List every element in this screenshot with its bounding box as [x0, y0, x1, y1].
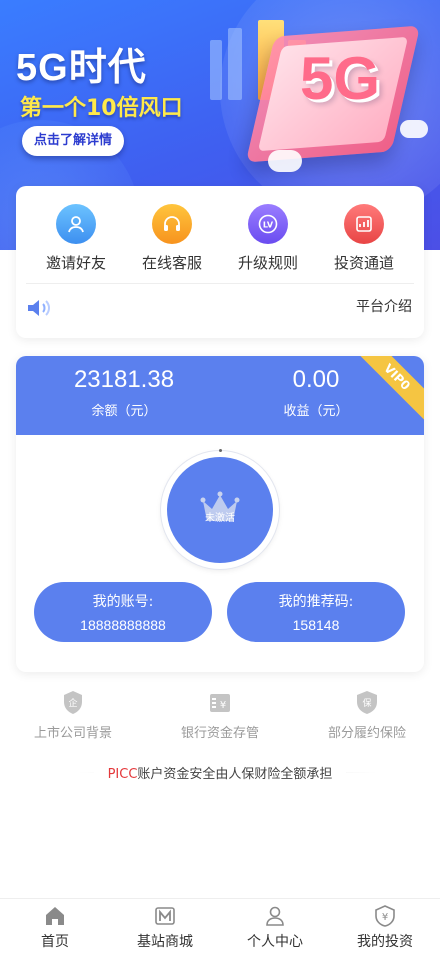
assurance-label: 部分履约保险 — [327, 726, 406, 741]
account-number-pill[interactable]: 我的账号: 18888888888 — [34, 582, 212, 642]
income-label: 收益（元） — [283, 404, 349, 419]
referral-code-pill[interactable]: 我的推荐码: 158148 — [227, 582, 405, 642]
balance-label: 余额（元） — [91, 404, 157, 419]
status-ring-dot — [219, 449, 222, 452]
svg-text:企: 企 — [68, 697, 77, 709]
menu-item-label: 邀请好友 — [45, 254, 106, 272]
referral-code-value: 158148 — [292, 617, 340, 633]
tab-label: 个人中心 — [247, 934, 303, 950]
cloud-graphic — [268, 150, 302, 172]
tab-label: 首页 — [41, 934, 69, 950]
menu-item-invest-channel[interactable]: 投资通道 — [314, 204, 414, 273]
menu-item-customer-service[interactable]: 在线客服 — [122, 204, 222, 273]
account-card: 23181.38 余额（元） 0.00 收益（元） VIP0 未激活 我的账号:… — [16, 356, 424, 672]
investment-icon: ¥ — [374, 905, 396, 927]
menu-item-upgrade-rules[interactable]: LV 升级规则 — [218, 204, 318, 273]
referral-code-label: 我的推荐码: — [278, 594, 354, 610]
assurance-listed-company: 企 上市公司背景 — [0, 690, 146, 741]
account-summary: 23181.38 余额（元） 0.00 收益（元） VIP0 — [16, 356, 424, 435]
menu-item-label: 升级规则 — [237, 254, 298, 272]
tab-home[interactable]: 首页 — [0, 905, 110, 951]
tab-my-investment[interactable]: ¥ 我的投资 — [330, 905, 440, 951]
person-icon — [264, 905, 286, 927]
mall-icon — [154, 905, 176, 927]
banner-5g-graphic: 5G — [300, 45, 381, 112]
bank-deposit-icon: ¥ — [208, 690, 232, 716]
tab-mall[interactable]: 基站商城 — [110, 905, 220, 951]
platform-intro-link[interactable]: 平台介绍 — [356, 296, 412, 316]
assurance-insurance: 保 部分履约保险 — [294, 690, 440, 741]
guarantee-statement: PICC账户资金安全由人保财险全额承担 — [94, 763, 346, 782]
svg-text:保: 保 — [362, 697, 371, 709]
picc-highlight: PICC — [107, 767, 138, 782]
tab-personal-center[interactable]: 个人中心 — [220, 905, 330, 951]
speaker-icon — [26, 297, 52, 319]
guarantee-text: 账户资金安全由人保财险全额承担 — [137, 767, 333, 782]
balance-value: 23181.38 — [73, 366, 175, 393]
assurance-label: 上市公司背景 — [33, 726, 112, 741]
menu-item-invite[interactable]: 邀请好友 — [26, 204, 126, 273]
svg-text:LV: LV — [263, 221, 274, 230]
banner-subtitle: 第一个10倍风口 — [20, 96, 183, 121]
divider — [26, 283, 414, 284]
invest-chart-icon — [344, 204, 384, 244]
enterprise-badge-icon: 企 — [61, 690, 85, 716]
headset-icon — [152, 204, 192, 244]
menu-item-label: 在线客服 — [141, 254, 202, 272]
quick-menu-card: 邀请好友 在线客服 LV 升级规则 投资通道 平台介绍 — [16, 186, 424, 338]
home-icon — [44, 905, 66, 927]
tab-label: 我的投资 — [357, 934, 413, 950]
lv-badge-icon: LV — [248, 204, 288, 244]
cloud-graphic — [400, 120, 428, 138]
account-number-value: 18888888888 — [80, 617, 166, 633]
banner-detail-button[interactable]: 点击了解详情 — [22, 126, 125, 156]
activation-status: 未激活 — [205, 513, 235, 524]
insurance-shield-icon: 保 — [355, 690, 379, 716]
building-graphic — [210, 40, 222, 100]
svg-text:¥: ¥ — [382, 912, 388, 923]
svg-text:¥: ¥ — [220, 700, 226, 711]
tab-label: 基站商城 — [137, 934, 193, 950]
building-graphic — [228, 28, 242, 100]
assurance-bank-custody: ¥ 银行资金存管 — [147, 690, 293, 741]
bottom-tab-bar: 首页 基站商城 个人中心 ¥ 我的投资 — [0, 898, 440, 953]
assurance-label: 银行资金存管 — [180, 726, 259, 741]
banner-title: 5G时代 — [16, 47, 147, 89]
invite-friend-icon — [56, 204, 96, 244]
account-number-label: 我的账号: — [92, 594, 154, 610]
menu-item-label: 投资通道 — [333, 254, 394, 272]
